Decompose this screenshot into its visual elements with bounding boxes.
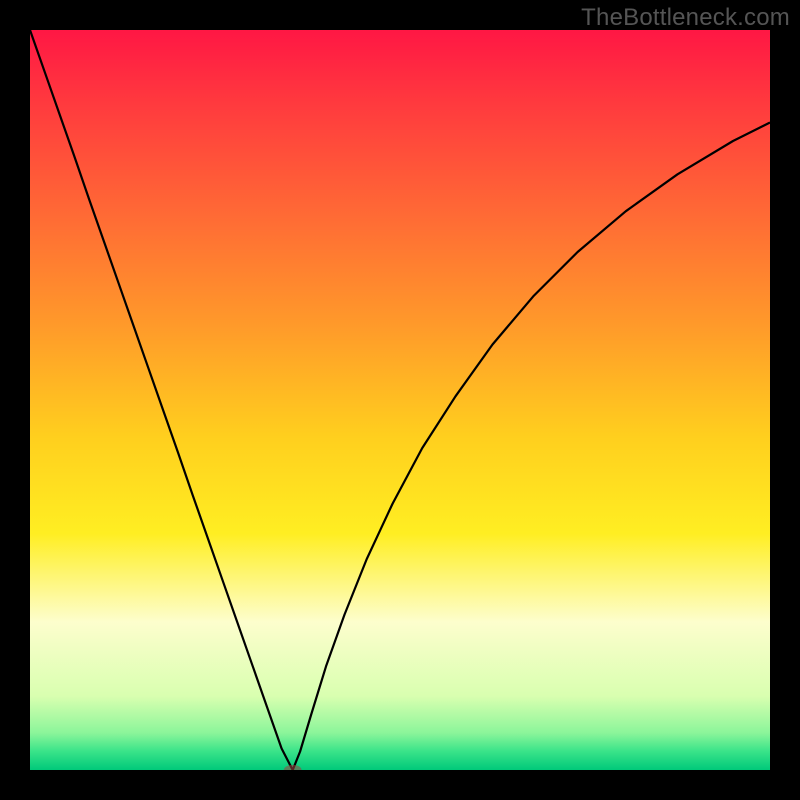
- chart-frame: TheBottleneck.com: [0, 0, 800, 800]
- chart-svg: [30, 30, 770, 770]
- watermark-label: TheBottleneck.com: [581, 4, 790, 32]
- plot-area: [30, 30, 770, 770]
- gradient-rect: [30, 30, 770, 770]
